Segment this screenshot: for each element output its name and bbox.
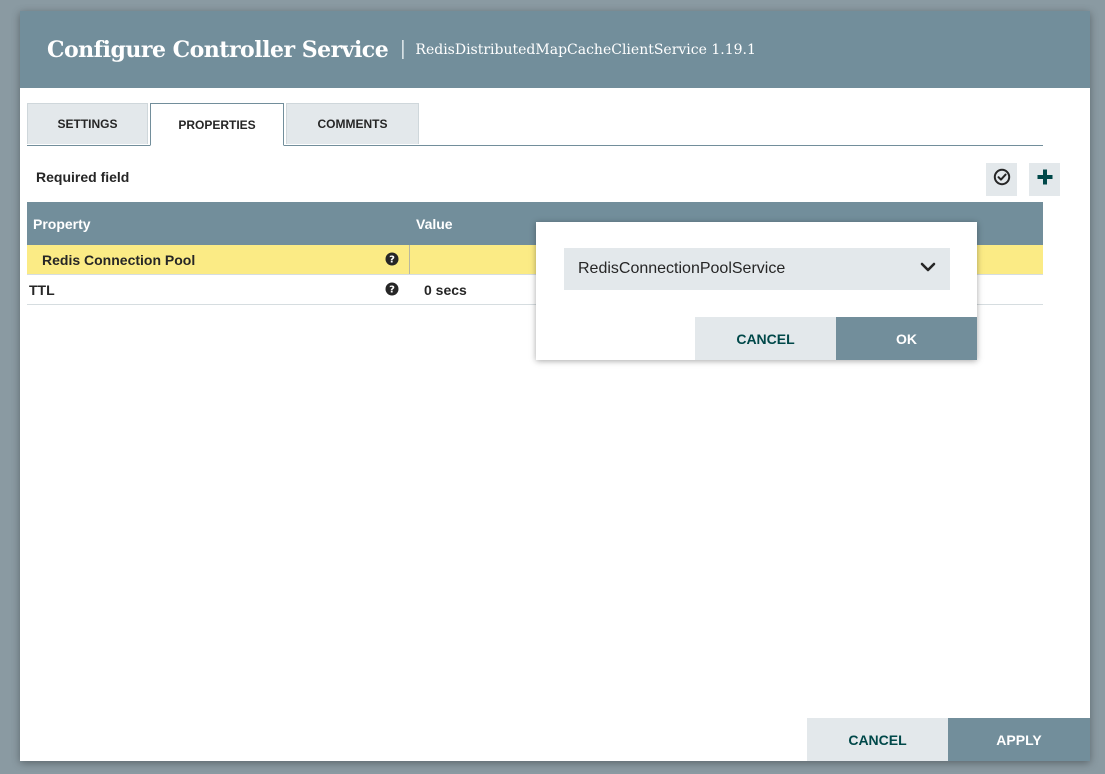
dialog-subtitle: RedisDistributedMapCacheClientService 1.… — [415, 41, 756, 58]
help-icon[interactable]: ? — [385, 252, 399, 269]
chevron-down-icon — [920, 260, 936, 278]
apply-button[interactable]: APPLY — [948, 718, 1090, 761]
property-name: Redis Connection Pool — [42, 252, 196, 268]
tab-properties[interactable]: PROPERTIES — [150, 103, 284, 146]
column-divider — [409, 245, 410, 274]
dialog-title: Configure Controller Service — [47, 36, 389, 63]
tab-comments[interactable]: COMMENTS — [286, 103, 419, 144]
tab-settings[interactable]: SETTINGS — [27, 103, 148, 144]
dialog-header: Configure Controller Service | RedisDist… — [20, 11, 1090, 88]
plus-icon — [1036, 168, 1054, 191]
property-value[interactable]: 0 secs — [424, 282, 467, 298]
popup-ok-button[interactable]: OK — [836, 317, 977, 360]
property-name: TTL — [29, 282, 55, 298]
title-separator: | — [400, 38, 406, 60]
popup-cancel-button[interactable]: CANCEL — [695, 317, 836, 360]
controller-service-select[interactable]: RedisConnectionPoolService — [564, 248, 950, 290]
required-field-label: Required field — [36, 169, 130, 185]
value-editor-popup: RedisConnectionPoolService CANCEL OK — [536, 222, 977, 360]
column-header-value: Value — [416, 216, 453, 232]
help-icon[interactable]: ? — [385, 282, 399, 299]
add-property-button[interactable] — [1029, 163, 1060, 196]
selected-option: RedisConnectionPoolService — [578, 260, 786, 277]
column-header-property: Property — [33, 216, 91, 232]
svg-text:?: ? — [389, 285, 395, 296]
verify-properties-button[interactable] — [986, 163, 1017, 196]
check-circle-icon — [993, 168, 1011, 191]
svg-text:?: ? — [389, 255, 395, 266]
tab-bar: SETTINGS PROPERTIES COMMENTS — [27, 103, 1043, 146]
cancel-button[interactable]: CANCEL — [807, 718, 948, 761]
